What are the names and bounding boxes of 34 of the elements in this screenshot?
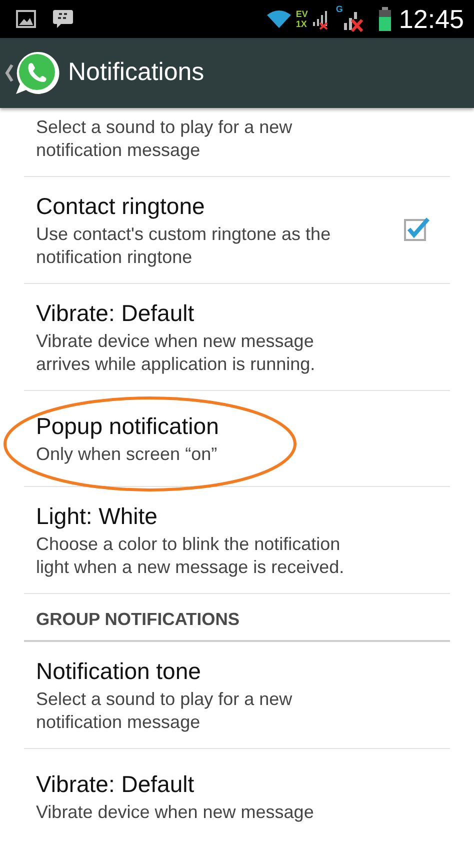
setting-title: Light: White (36, 502, 158, 531)
screen-title: Notifications (68, 57, 204, 88)
setting-title: Popup notification (36, 412, 220, 441)
back-icon[interactable] (4, 63, 14, 83)
section-header: GROUP NOTIFICATIONS (24, 594, 450, 642)
setting-summary: Use contact's custom ringtone as the notification ringtone (36, 223, 332, 269)
setting-summary: Vibrate device when new message arrives while application is running. (36, 330, 316, 376)
settings-row[interactable]: Popup notification Only when screen “on” (24, 391, 450, 487)
settings-row[interactable]: Contact ringtone Use contact's custom ringtone as the notification ringtone (24, 177, 450, 284)
setting-title: Vibrate: Default (36, 770, 196, 800)
network-label: EV (296, 9, 308, 19)
settings-row[interactable]: Notification tone Select a sound to play for a new notification message (24, 642, 450, 750)
setting-title: Contact ringtone (36, 192, 206, 221)
setting-summary: Select a sound to play for a new notification message (36, 116, 294, 162)
signal-icon (312, 8, 328, 30)
settings-row[interactable]: Vibrate: Default Vibrate device when new message arrives while application is running. (24, 284, 450, 391)
setting-summary: Only when screen “on” (36, 443, 218, 466)
setting-summary: Select a sound to play for a new notification message (36, 688, 294, 734)
checkbox[interactable] (404, 216, 430, 242)
settings-row[interactable]: Light: White Choose a color to blink the notification light when a new message is received. (24, 487, 450, 594)
settings-row[interactable]: Vibrate: Default Vibrate device when new message (24, 749, 450, 843)
network-label: 1X (296, 19, 308, 29)
setting-title: Vibrate: Default (36, 299, 196, 328)
setting-summary: Vibrate device when new message (36, 801, 315, 824)
battery-icon (378, 7, 391, 31)
app-logo-icon (14, 50, 60, 96)
chat-icon (52, 8, 74, 30)
setting-summary: Choose a color to blink the notification light when a new message is received. (36, 533, 346, 579)
settings-row[interactable]: Select a sound to play for a new notification message (24, 108, 450, 177)
setting-title: Notification tone (36, 657, 202, 686)
wifi-icon (266, 9, 292, 29)
clock: 12:45 (398, 2, 464, 36)
image-icon (16, 10, 36, 28)
network-label: G (336, 4, 343, 14)
